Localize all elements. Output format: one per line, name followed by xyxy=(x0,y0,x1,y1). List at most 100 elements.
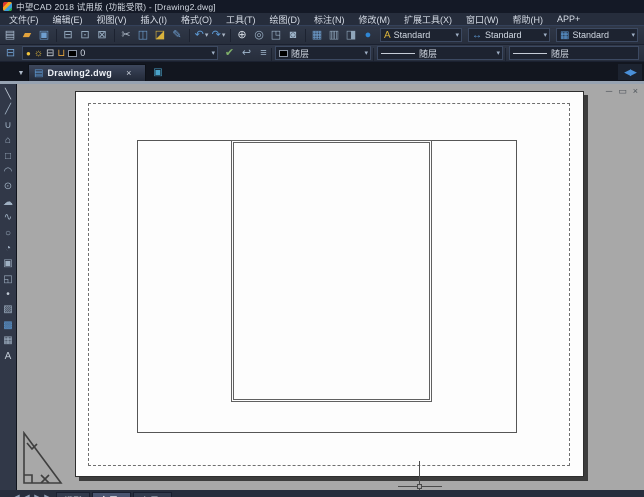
color-combo[interactable]: 随层 ▾ xyxy=(275,46,371,60)
menu-item[interactable]: 扩展工具(X) xyxy=(397,13,459,26)
lineweight-combo[interactable]: 随层 xyxy=(509,46,639,60)
table-style-combo[interactable]: ▦ Standard ▾ xyxy=(556,28,638,42)
toolbox-icon[interactable]: ◨ xyxy=(344,28,359,43)
paperspace-ucs-icon xyxy=(17,431,63,487)
mtext-icon[interactable]: A xyxy=(1,349,16,364)
last-layout-tab-button[interactable]: ▶ xyxy=(42,492,52,497)
spline-icon[interactable]: ∿ xyxy=(1,210,16,225)
designcenter-icon[interactable]: ▥ xyxy=(327,28,342,43)
menu-item[interactable]: 帮助(H) xyxy=(506,13,551,26)
circle-icon[interactable]: ⊙ xyxy=(1,179,16,194)
menu-item[interactable]: 视图(V) xyxy=(90,13,134,26)
menu-item[interactable]: 工具(T) xyxy=(219,13,263,26)
layout-tab[interactable]: 布局1 xyxy=(92,492,131,497)
point-icon[interactable]: • xyxy=(1,287,16,302)
prev-layout-tab-button[interactable]: ◀ xyxy=(22,492,32,497)
layout-tab[interactable]: 模型 xyxy=(56,492,90,497)
plot-icon[interactable]: ⊠ xyxy=(95,28,110,43)
menu-item[interactable]: 窗口(W) xyxy=(459,13,506,26)
layer-on-bulb-icon[interactable]: ● xyxy=(26,49,31,58)
polygon-icon[interactable]: ⌂ xyxy=(1,133,16,148)
drawn-rectangle[interactable] xyxy=(233,142,430,400)
zwcad-window: 中望CAD 2018 试用版 (功能受限) - [Drawing2.dwg] 文… xyxy=(0,0,644,497)
layer-plot-icon[interactable]: ⊟ xyxy=(46,48,54,59)
hatch-icon[interactable]: ▨ xyxy=(1,302,16,317)
menu-item[interactable]: 修改(M) xyxy=(352,13,398,26)
revision-cloud-icon[interactable]: ☁ xyxy=(1,195,16,210)
polyline-icon[interactable]: ∪ xyxy=(1,118,16,133)
open-folder-icon[interactable]: ▰ xyxy=(20,28,35,43)
tab-drawing2[interactable]: ▤ Drawing2.dwg × xyxy=(28,64,146,81)
chevron-down-icon: ▾ xyxy=(631,31,635,39)
layer-previous-icon[interactable]: ↩ xyxy=(239,46,254,61)
drawing-canvas[interactable]: ─ ▭ × xyxy=(17,84,644,490)
gradient-icon[interactable]: ▩ xyxy=(1,318,16,333)
menu-item[interactable]: 标注(N) xyxy=(307,13,352,26)
save-icon[interactable]: ▣ xyxy=(37,28,52,43)
construction-line-icon[interactable]: ╱ xyxy=(1,102,16,117)
zoom-realtime-icon[interactable]: ◎ xyxy=(252,28,267,43)
menu-item[interactable]: APP+ xyxy=(550,14,587,24)
ellipse-arc-icon[interactable]: ◔ xyxy=(1,241,16,256)
menu-item[interactable]: 格式(O) xyxy=(174,13,219,26)
make-block-icon[interactable]: ◱ xyxy=(1,272,16,287)
print-preview-icon[interactable]: ⊡ xyxy=(78,28,93,43)
layer-freeze-sun-icon[interactable]: ☼ xyxy=(34,48,43,59)
match-properties-icon[interactable]: ✎ xyxy=(170,28,185,43)
style-combo-value: Standard xyxy=(572,30,627,40)
child-window-controls: ─ ▭ × xyxy=(606,86,638,97)
current-lineweight-value: 随层 xyxy=(551,47,636,60)
window-title: 中望CAD 2018 试用版 (功能受限) - [Drawing2.dwg] xyxy=(16,1,216,13)
chevron-down-icon: ▾ xyxy=(543,31,547,39)
linetype-combo[interactable]: 随层 ▾ xyxy=(377,46,503,60)
layer-combo[interactable]: ● ☼ ⊟ ⊔ 0 ▾ xyxy=(22,46,218,60)
child-minimize-button[interactable]: ─ xyxy=(606,86,612,97)
zoom-previous-icon[interactable]: ◙ xyxy=(286,28,301,43)
copy-icon[interactable]: ◫ xyxy=(136,28,151,43)
child-close-button[interactable]: × xyxy=(633,86,638,97)
rectangle-icon[interactable]: □ xyxy=(1,149,16,164)
make-object-layer-current-icon[interactable]: ✔ xyxy=(222,46,237,61)
layer-color-swatch xyxy=(68,50,77,57)
tab-scroll-control[interactable]: ◀▶ xyxy=(618,64,642,80)
text-style-combo[interactable]: A Standard ▾ xyxy=(380,28,462,42)
new-file-icon[interactable]: ▤ xyxy=(3,28,18,43)
document-tabbar: ▼ ▤ Drawing2.dwg × ▣ ◀▶ xyxy=(0,62,644,84)
table-icon[interactable]: ▦ xyxy=(1,333,16,348)
tab-list-dropdown-icon[interactable]: ▼ xyxy=(14,65,28,81)
menu-item[interactable]: 插入(I) xyxy=(134,13,175,26)
pan-icon[interactable]: ⊕ xyxy=(235,28,250,43)
zoom-window-icon[interactable]: ◳ xyxy=(269,28,284,43)
style-combo-icon: ↔ xyxy=(472,30,482,41)
paste-icon[interactable]: ◪ xyxy=(153,28,168,43)
lineweight-sample-icon xyxy=(513,53,547,54)
layout-tab[interactable]: 布局2 xyxy=(133,492,172,497)
cut-icon[interactable]: ✂ xyxy=(119,28,134,43)
layer-states-icon[interactable]: ≡ xyxy=(256,46,271,61)
layer-manager-icon[interactable]: ⊟ xyxy=(3,46,18,61)
layer-unlock-icon[interactable]: ⊔ xyxy=(57,48,65,59)
pickbox-cursor xyxy=(417,484,422,489)
menu-item[interactable]: 文件(F) xyxy=(2,13,46,26)
line-icon[interactable]: ╲ xyxy=(1,87,16,102)
next-layout-tab-button[interactable]: ▶ xyxy=(32,492,42,497)
close-tab-icon[interactable]: × xyxy=(126,68,131,78)
undo-icon[interactable]: ↶▾ xyxy=(194,28,209,43)
first-layout-tab-button[interactable]: ◀ xyxy=(12,492,22,497)
ellipse-icon[interactable]: ○ xyxy=(1,226,16,241)
print-icon[interactable]: ⊟ xyxy=(61,28,76,43)
redo-icon[interactable]: ↷▾ xyxy=(211,28,226,43)
menubar: 文件(F)编辑(E)视图(V)插入(I)格式(O)工具(T)绘图(D)标注(N)… xyxy=(0,13,644,26)
dim-style-combo[interactable]: ↔ Standard ▾ xyxy=(468,28,550,42)
current-color-swatch xyxy=(279,50,288,57)
insert-block-icon[interactable]: ▣ xyxy=(1,256,16,271)
child-restore-button[interactable]: ▭ xyxy=(618,86,627,97)
menu-item[interactable]: 编辑(E) xyxy=(46,13,90,26)
new-drawing-button[interactable]: ▣ xyxy=(150,65,166,80)
arc-icon[interactable]: ◠ xyxy=(1,164,16,179)
properties-palette-icon[interactable]: ▦ xyxy=(310,28,325,43)
menu-item[interactable]: 绘图(D) xyxy=(263,13,308,26)
help-icon[interactable]: ● xyxy=(361,28,376,43)
current-linetype-value: 随层 xyxy=(419,47,492,60)
current-color-value: 随层 xyxy=(291,47,360,60)
